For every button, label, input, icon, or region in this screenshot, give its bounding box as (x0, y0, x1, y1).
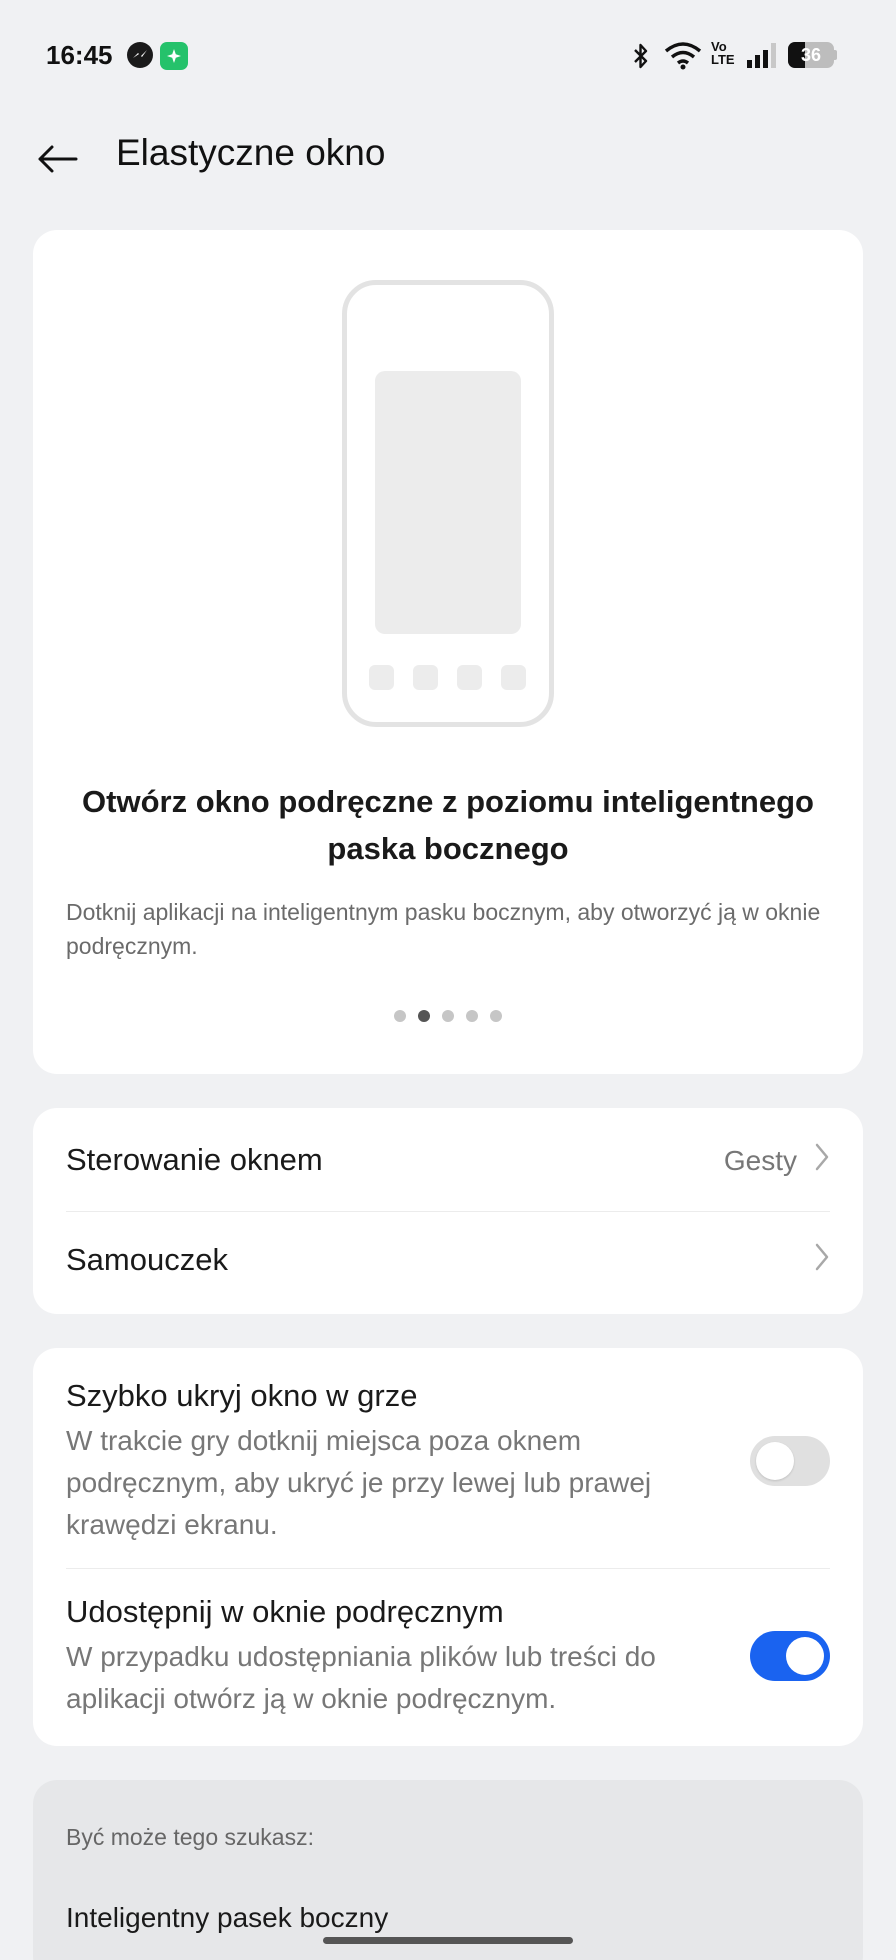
bluetooth-icon (632, 42, 650, 75)
page-title: Elastyczne okno (116, 132, 386, 173)
app-header: Elastyczne okno (0, 110, 896, 230)
intro-title: Otwórz okno podręczne z poziomu intelige… (82, 784, 814, 866)
window-control-label: Sterowanie oknem (66, 1142, 323, 1177)
pager-dot[interactable] (418, 1010, 430, 1022)
chevron-right-icon (815, 1243, 829, 1271)
window-control-value: Gesty (723, 1145, 797, 1176)
home-indicator[interactable] (323, 1937, 573, 1944)
pager-dot[interactable] (490, 1010, 502, 1022)
phone-dock-icon (457, 665, 482, 690)
volte-label-bottom: LTE (711, 52, 735, 67)
wifi-icon (664, 40, 702, 75)
switch-knob (786, 1637, 824, 1675)
window-control-row[interactable]: Sterowanie oknem Gesty (33, 1108, 863, 1211)
phone-dock-icon (369, 665, 394, 690)
green-app-icon (160, 42, 188, 70)
switch-knob (756, 1442, 794, 1480)
back-button[interactable] (30, 130, 86, 186)
quick-hide-switch[interactable] (750, 1436, 830, 1486)
tutorial-label: Samouczek (66, 1242, 228, 1277)
messenger-icon (127, 42, 153, 68)
battery-tip (834, 50, 837, 60)
quick-hide-description: W trakcie gry dotknij miejsca poza oknem… (66, 1425, 652, 1540)
suggestion-link-smart-sidebar[interactable]: Inteligentny pasek boczny (66, 1902, 388, 1934)
chevron-right-icon (815, 1143, 829, 1171)
screen: 16:45 Vo LTE 36 Elastyczne okno Otwórz o… (0, 0, 896, 1960)
status-time: 16:45 (46, 40, 113, 70)
window-settings-card: Sterowanie oknem Gesty Samouczek (33, 1108, 863, 1314)
volte-icon: Vo LTE (711, 40, 735, 66)
phone-floating-window (375, 371, 521, 634)
pager-dot[interactable] (394, 1010, 406, 1022)
suggestions-header: Być może tego szukasz: (66, 1824, 314, 1850)
share-floating-description: W przypadku udostępniania plików lub tre… (66, 1641, 656, 1714)
share-floating-switch[interactable] (750, 1631, 830, 1681)
carousel-pager[interactable] (33, 1010, 863, 1022)
phone-dock-icon (501, 665, 526, 690)
phone-illustration (342, 280, 554, 727)
signal-icon (745, 42, 781, 73)
intro-description: Dotknij aplikacji na inteligentnym pasku… (66, 899, 821, 959)
arrow-left-icon (38, 145, 78, 173)
phone-dock-icon (413, 665, 438, 690)
pager-dot[interactable] (442, 1010, 454, 1022)
toggle-row-quick-hide[interactable]: Szybko ukryj okno w grze W trakcie gry d… (33, 1348, 863, 1568)
intro-carousel-card[interactable]: Otwórz okno podręczne z poziomu intelige… (33, 230, 863, 1074)
toggles-card: Szybko ukryj okno w grze W trakcie gry d… (33, 1348, 863, 1746)
share-floating-title: Udostępnij w oknie podręcznym (66, 1594, 504, 1629)
battery-icon: 36 (788, 42, 834, 68)
status-bar: 16:45 Vo LTE 36 (0, 0, 896, 110)
pager-dot[interactable] (466, 1010, 478, 1022)
battery-level: 36 (800, 45, 822, 65)
quick-hide-title: Szybko ukryj okno w grze (66, 1378, 418, 1413)
toggle-row-share-floating[interactable]: Udostępnij w oknie podręcznym W przypadk… (33, 1569, 863, 1746)
suggestions-card: Być może tego szukasz: Inteligentny pase… (33, 1780, 863, 1960)
tutorial-row[interactable]: Samouczek (33, 1212, 863, 1314)
